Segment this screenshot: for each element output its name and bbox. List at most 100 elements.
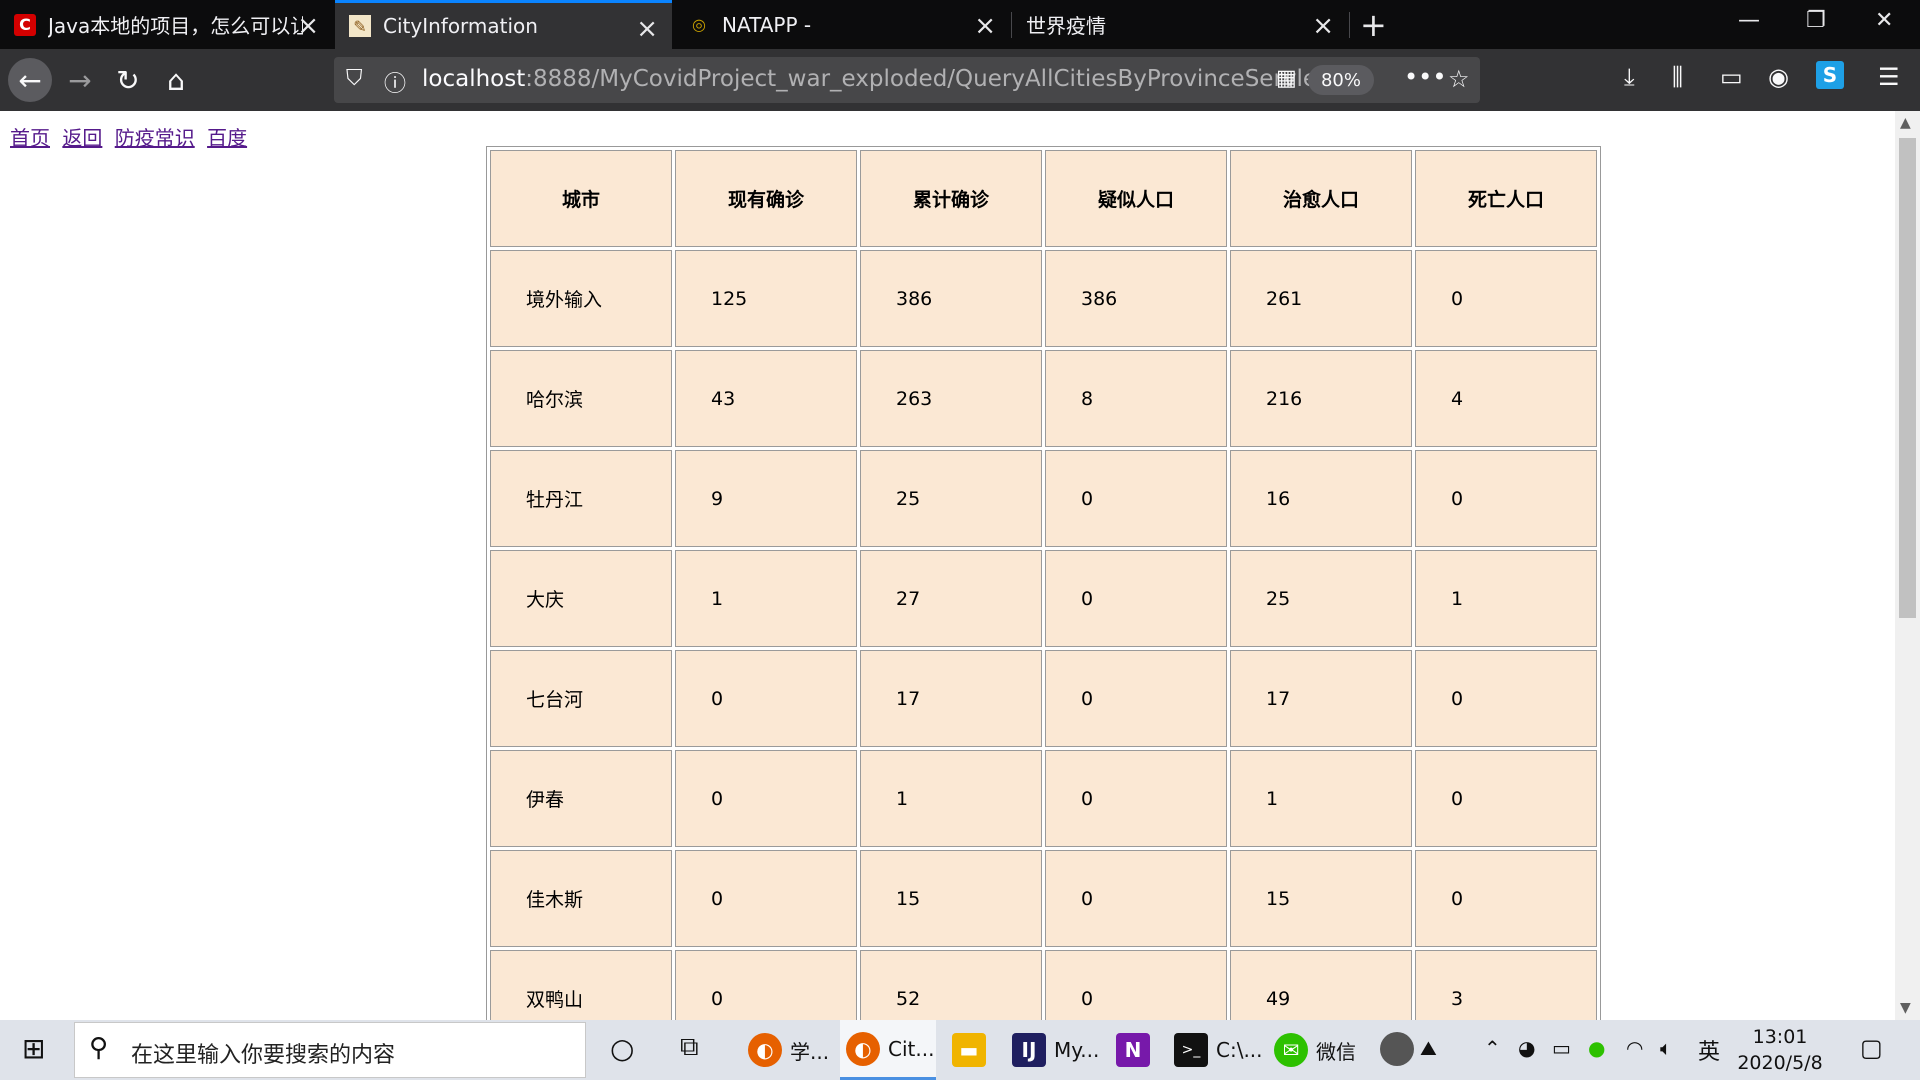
minimize-icon[interactable]: —: [1738, 8, 1760, 33]
cell-suspected: 386: [1045, 250, 1227, 347]
cortana-icon[interactable]: ○: [610, 1032, 634, 1065]
cell-dead: 0: [1415, 850, 1597, 947]
menu-icon[interactable]: ☰: [1878, 63, 1900, 91]
url-path: :8888/MyCovidProject_war_exploded/QueryA…: [525, 66, 1342, 92]
back-icon[interactable]: ←: [8, 58, 52, 102]
restore-icon[interactable]: ❐: [1806, 8, 1826, 33]
reload-icon[interactable]: ↻: [106, 58, 150, 102]
intellij-icon: IJ: [1012, 1033, 1046, 1067]
wechat-tray-icon[interactable]: ●: [1588, 1036, 1605, 1060]
header-total: 累计确诊: [860, 150, 1042, 247]
tab-1[interactable]: ✎ CityInformation ×: [335, 0, 672, 49]
cell-cured: 15: [1230, 850, 1412, 947]
wifi-icon[interactable]: ◠: [1626, 1036, 1643, 1060]
tray-overflow-chevron-icon[interactable]: ⌃: [1484, 1036, 1501, 1060]
windows-start-icon[interactable]: ⊞: [22, 1032, 45, 1065]
task-view-icon[interactable]: ⧉: [680, 1032, 699, 1063]
taskbar-app-firefox-city[interactable]: ◐ Cit...: [840, 1020, 936, 1080]
cell-dead: 0: [1415, 450, 1597, 547]
table-row: 境外输入 125 386 386 261 0: [490, 250, 1597, 347]
wechat-icon: ✉: [1274, 1033, 1308, 1067]
battery-icon[interactable]: ▭: [1552, 1036, 1571, 1060]
downloads-icon[interactable]: ⤓: [1624, 63, 1635, 91]
tab-0[interactable]: C Java本地的项目，怎么可以让别 ×: [0, 0, 333, 49]
close-tab-icon[interactable]: ×: [297, 11, 319, 41]
user-avatar-icon[interactable]: [1380, 1032, 1414, 1066]
cell-city: 境外输入: [490, 250, 672, 347]
cell-dead: 4: [1415, 350, 1597, 447]
system-clock[interactable]: 13:01 2020/5/8: [1735, 1024, 1825, 1076]
tray-app-icon[interactable]: ⛰: [1420, 1036, 1437, 1060]
table-row: 七台河 0 17 0 17 0: [490, 650, 1597, 747]
extension-s-icon[interactable]: S: [1816, 61, 1844, 89]
cell-cured: 216: [1230, 350, 1412, 447]
new-tab-icon[interactable]: +: [1360, 6, 1387, 44]
folder-icon: ▬: [952, 1033, 986, 1067]
taskbar-app-label: Cit...: [888, 1036, 935, 1061]
notifications-icon[interactable]: ▢: [1860, 1034, 1883, 1062]
header-city: 城市: [490, 150, 672, 247]
cell-suspected: 0: [1045, 550, 1227, 647]
home-icon[interactable]: ⌂: [154, 58, 198, 102]
nav-links: 首页 返回 防疫常识 百度: [10, 122, 253, 151]
scroll-thumb[interactable]: [1899, 138, 1916, 618]
link-home[interactable]: 首页: [10, 126, 50, 150]
header-suspected: 疑似人口: [1045, 150, 1227, 247]
cell-current: 0: [675, 750, 857, 847]
bookmark-star-icon[interactable]: ☆: [1448, 65, 1470, 93]
taskbar-app-explorer[interactable]: ▬: [952, 1020, 1002, 1080]
firefox-icon: ◐: [748, 1033, 782, 1067]
taskbar-app-intellij[interactable]: IJ My...: [1012, 1020, 1108, 1080]
qq-icon[interactable]: ◕: [1518, 1036, 1535, 1060]
url-bar[interactable]: ⛉ ⓘ localhost:8888/MyCovidProject_war_ex…: [334, 57, 1480, 103]
scroll-down-icon[interactable]: ▼: [1900, 1000, 1911, 1016]
tab-3[interactable]: 世界疫情 ×: [1012, 0, 1348, 49]
taskbar-app-label: C:\...: [1216, 1038, 1263, 1062]
tab-2[interactable]: ◎ NATAPP - ×: [674, 0, 1010, 49]
cell-cured: 261: [1230, 250, 1412, 347]
cell-current: 9: [675, 450, 857, 547]
cell-city: 牡丹江: [490, 450, 672, 547]
page-actions-icon[interactable]: •••: [1404, 63, 1446, 91]
volume-icon[interactable]: 🔈︎: [1660, 1036, 1672, 1060]
nav-toolbar: ← → ↻ ⌂ ⛉ ⓘ localhost:8888/MyCovidProjec…: [0, 49, 1920, 111]
cell-total: 17: [860, 650, 1042, 747]
cell-cured: 16: [1230, 450, 1412, 547]
cell-suspected: 0: [1045, 750, 1227, 847]
library-icon[interactable]: ⫼: [1672, 63, 1683, 91]
scroll-up-icon[interactable]: ▲: [1900, 115, 1911, 131]
cell-dead: 0: [1415, 650, 1597, 747]
cell-total: 27: [860, 550, 1042, 647]
sidebar-icon[interactable]: ▭: [1720, 63, 1743, 91]
cell-suspected: 0: [1045, 850, 1227, 947]
cell-city: 伊春: [490, 750, 672, 847]
taskbar-app-wechat[interactable]: ✉ 微信: [1274, 1020, 1370, 1080]
zoom-level[interactable]: 80%: [1308, 65, 1374, 95]
forward-icon[interactable]: →: [58, 58, 102, 102]
taskbar-app-terminal[interactable]: >_ C:\...: [1174, 1020, 1264, 1080]
site-info-icon[interactable]: ⓘ: [384, 66, 406, 98]
close-tab-icon[interactable]: ×: [974, 11, 996, 41]
close-tab-icon[interactable]: ×: [636, 14, 658, 44]
link-prevention[interactable]: 防疫常识: [115, 126, 195, 150]
account-icon[interactable]: ◉: [1768, 63, 1789, 91]
ime-indicator[interactable]: 英: [1698, 1034, 1720, 1066]
close-window-icon[interactable]: ✕: [1875, 8, 1893, 33]
url-text[interactable]: localhost:8888/MyCovidProject_war_explod…: [422, 66, 1342, 92]
taskbar-app-label: 微信: [1316, 1039, 1356, 1064]
cell-current: 43: [675, 350, 857, 447]
page-scrollbar[interactable]: ▲ ▼: [1895, 111, 1920, 1020]
link-back[interactable]: 返回: [62, 126, 102, 150]
cell-cured: 17: [1230, 650, 1412, 747]
taskbar-app-onenote[interactable]: N: [1116, 1020, 1166, 1080]
tracking-shield-icon[interactable]: ⛉: [346, 66, 363, 91]
taskbar-search-box[interactable]: ⚲ 在这里输入你要搜索的内容: [74, 1022, 586, 1078]
natapp-favicon-icon: ◎: [692, 15, 706, 34]
onenote-icon: N: [1116, 1033, 1150, 1067]
close-tab-icon[interactable]: ×: [1312, 11, 1334, 41]
table-row: 大庆 1 27 0 25 1: [490, 550, 1597, 647]
taskbar-app-firefox-study[interactable]: ◐ 学...: [742, 1020, 838, 1080]
tab-title: 世界疫情: [1026, 14, 1106, 38]
qr-code-icon[interactable]: ▦: [1276, 66, 1297, 91]
link-baidu[interactable]: 百度: [207, 126, 247, 150]
